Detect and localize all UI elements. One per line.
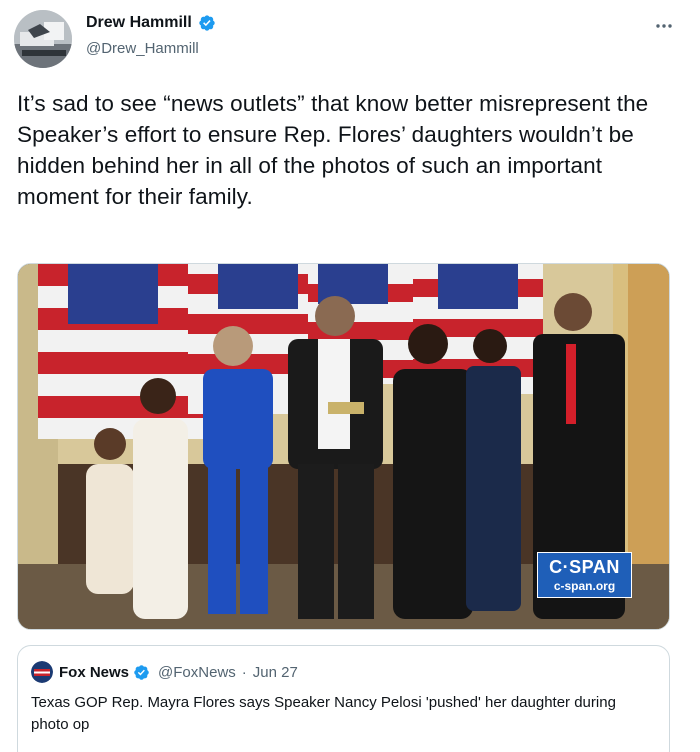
quoted-date[interactable]: Jun 27: [253, 664, 298, 681]
quoted-author-name[interactable]: Fox News: [59, 664, 129, 681]
cspan-watermark: C·SPAN c-span.org: [537, 552, 632, 598]
cspan-url: c-span.org: [553, 579, 616, 593]
quoted-tweet-text: Texas GOP Rep. Mayra Flores says Speaker…: [31, 694, 616, 733]
quoted-author-avatar[interactable]: [31, 661, 53, 683]
verified-badge-icon: [199, 15, 215, 31]
author-handle[interactable]: @Drew_Hammill: [86, 40, 199, 57]
more-options-icon[interactable]: [650, 14, 678, 38]
verified-badge-icon: [134, 665, 149, 680]
tweet: Drew Hammill @Drew_Hammill It’s sad to s…: [0, 0, 700, 752]
quoted-author-handle[interactable]: @FoxNews: [158, 664, 236, 681]
cspan-logo: C·SPAN: [549, 557, 620, 577]
author-avatar[interactable]: [14, 10, 72, 68]
quoted-tweet[interactable]: Fox News @FoxNews · Jun 27 Texas GOP Rep…: [17, 645, 670, 752]
tweet-photo[interactable]: C·SPAN c-span.org: [17, 263, 670, 630]
author-display-name[interactable]: Drew Hammill: [86, 14, 192, 32]
tweet-text: It’s sad to see “news outlets” that know…: [17, 91, 649, 209]
quoted-separator: ·: [241, 664, 247, 681]
